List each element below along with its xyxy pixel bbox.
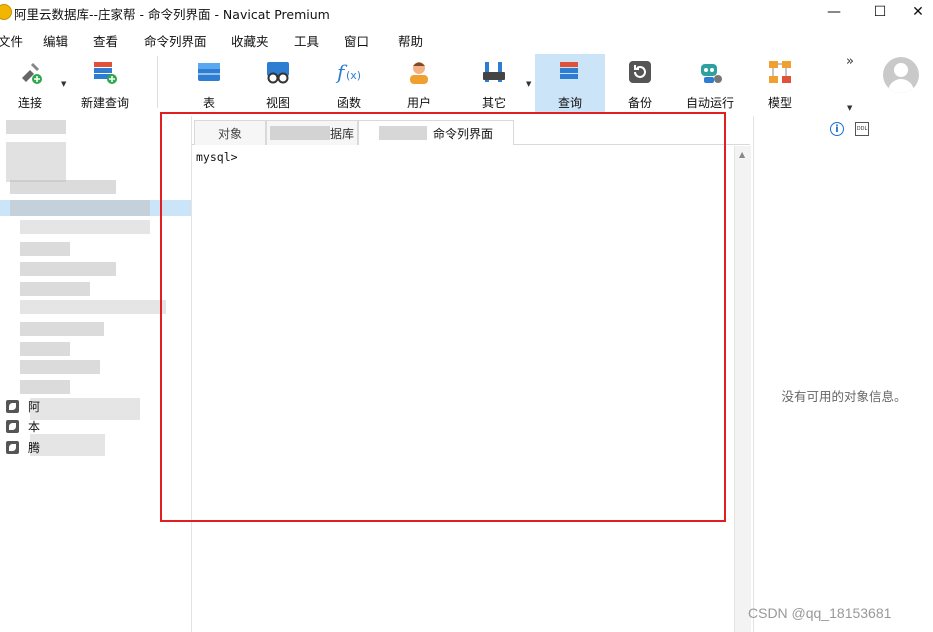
tab-strip: 对象 据库 命令列界面 xyxy=(192,118,750,145)
user-avatar[interactable] xyxy=(883,57,919,93)
tab-cli[interactable]: 命令列界面 xyxy=(358,120,514,145)
user-icon xyxy=(405,58,433,86)
tab-database[interactable]: 据库 xyxy=(266,120,358,145)
menu-file[interactable]: 文件 xyxy=(0,31,23,50)
menu-help[interactable]: 帮助 xyxy=(398,31,423,50)
query-button[interactable]: 查询 xyxy=(535,54,605,112)
tree-connection-2[interactable]: 本 xyxy=(6,418,40,434)
toolbar-separator xyxy=(157,56,158,108)
function-icon: f (x) xyxy=(335,58,363,86)
menu-view[interactable]: 查看 xyxy=(93,31,118,50)
tab-objects[interactable]: 对象 xyxy=(194,120,266,145)
navicat-app-icon xyxy=(0,4,12,20)
menu-tools[interactable]: 工具 xyxy=(294,31,319,50)
view-icon xyxy=(264,58,292,86)
menu-edit[interactable]: 编辑 xyxy=(43,31,68,50)
toolbar-more-arrow[interactable]: ▼ xyxy=(847,104,852,112)
tree-connection-3[interactable]: 腾 xyxy=(6,439,40,455)
view-button[interactable]: 视图 xyxy=(257,54,299,112)
backup-button[interactable]: 备份 xyxy=(619,54,661,112)
minimize-button[interactable]: — xyxy=(811,0,857,24)
auto-run-button[interactable]: 自动运行 xyxy=(684,54,736,112)
object-info-pane: i DDL 没有可用的对象信息。 xyxy=(753,116,933,632)
workspace: 对象 据库 命令列界面 mysql> ▲ xyxy=(192,116,752,632)
connect-dropdown-arrow[interactable]: ▼ xyxy=(61,80,66,88)
maximize-button[interactable]: ☐ xyxy=(857,0,903,24)
main-toolbar: 连接 ▼ 新建查询 表 视图 f (x) 函数 用户 其它 ▼ 查询 备份 自动… xyxy=(0,52,933,114)
table-icon xyxy=(195,58,223,86)
scroll-up-icon[interactable]: ▲ xyxy=(739,150,745,159)
window-title: 阿里云数据库--庄家帮 - 命令列界面 - Navicat Premium xyxy=(14,7,330,22)
close-button[interactable]: ✕ xyxy=(903,0,933,24)
model-button[interactable]: 模型 xyxy=(759,54,801,112)
model-icon xyxy=(766,58,794,86)
tools-icon xyxy=(480,58,508,86)
connect-button[interactable]: 连接 xyxy=(6,54,54,112)
robot-icon xyxy=(696,58,724,86)
title-bar: 阿里云数据库--庄家帮 - 命令列界面 - Navicat Premium — … xyxy=(0,0,933,24)
new-query-button[interactable]: 新建查询 xyxy=(78,54,132,112)
connection-tree: 阿 本 腾 xyxy=(0,116,192,632)
table-button[interactable]: 表 xyxy=(188,54,230,112)
other-button[interactable]: 其它 xyxy=(473,54,515,112)
function-button[interactable]: f (x) 函数 xyxy=(327,54,371,112)
plug-icon xyxy=(16,58,44,86)
mysql-connection-icon xyxy=(6,419,19,433)
csdn-watermark: CSDN @qq_18153681 xyxy=(748,605,892,621)
toolbar-overflow[interactable]: » xyxy=(846,54,854,69)
no-object-info-message: 没有可用的对象信息。 xyxy=(781,389,907,404)
menu-bar: 文件 编辑 查看 命令列界面 收藏夹 工具 窗口 帮助 xyxy=(0,28,933,50)
menu-favorites[interactable]: 收藏夹 xyxy=(231,31,269,50)
ddl-icon[interactable]: DDL xyxy=(855,122,869,136)
mysql-console[interactable]: mysql> xyxy=(192,146,734,632)
backup-icon xyxy=(626,58,654,86)
other-dropdown-arrow[interactable]: ▼ xyxy=(526,80,531,88)
query-icon xyxy=(556,58,584,86)
console-prompt: mysql> xyxy=(196,150,238,164)
console-scrollbar[interactable]: ▲ xyxy=(734,146,751,632)
menu-window[interactable]: 窗口 xyxy=(344,31,369,50)
info-icon[interactable]: i xyxy=(830,122,844,136)
tree-connection-1[interactable]: 阿 xyxy=(6,398,40,414)
mysql-connection-icon xyxy=(6,399,19,413)
svg-text:(x): (x) xyxy=(346,69,361,82)
user-button[interactable]: 用户 xyxy=(398,54,440,112)
menu-cli[interactable]: 命令列界面 xyxy=(144,31,207,50)
mysql-connection-icon xyxy=(6,440,19,454)
new-query-icon xyxy=(91,58,119,86)
